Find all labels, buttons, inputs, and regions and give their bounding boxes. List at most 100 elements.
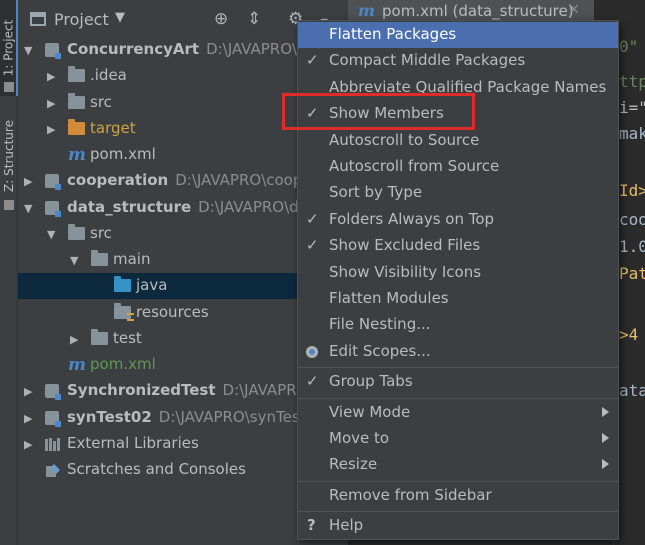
menu-item-help[interactable]: ? Help (298, 513, 618, 539)
highlight-annotation-box (282, 93, 475, 130)
folder-icon (68, 92, 85, 109)
menu-item-label: View Mode (329, 402, 411, 421)
chevron-down-icon[interactable]: ▼ (24, 202, 32, 215)
code-fragment: Id> (619, 181, 645, 200)
menu-item-view-mode[interactable]: View Mode (298, 400, 618, 426)
tree-node-label: main (113, 250, 151, 268)
menu-item-sort-by-type[interactable]: Sort by Type (298, 180, 618, 206)
tree-node-label: src (90, 223, 112, 242)
project-view-selector[interactable]: Project (54, 10, 109, 29)
menu-item-show-excluded-files[interactable]: ✓ Show Excluded Files (298, 233, 618, 259)
menu-item-label: Group Tabs (329, 372, 413, 391)
chevron-right-icon[interactable]: ▶ (47, 70, 55, 83)
help-icon: ? (307, 516, 316, 535)
tree-node-label: .idea (90, 66, 127, 85)
chevron-right-icon[interactable]: ▶ (24, 412, 32, 425)
submenu-arrow-icon (602, 406, 609, 417)
menu-item-flatten-modules[interactable]: Flatten Modules (298, 286, 618, 312)
module-icon (45, 43, 61, 59)
maven-icon: m (68, 145, 86, 165)
menu-item-remove-from-sidebar[interactable]: Remove from Sidebar (298, 483, 618, 509)
submenu-arrow-icon (602, 459, 609, 470)
chevron-right-icon[interactable]: ▶ (70, 333, 78, 346)
target-icon[interactable]: ⊕ (214, 9, 228, 29)
checkmark-icon: ✓ (306, 372, 319, 391)
chevron-right-icon[interactable]: ▶ (24, 438, 32, 451)
tree-node-label: cooperation D:\JAVAPRO\coop (67, 171, 303, 190)
module-icon (45, 200, 61, 217)
chevron-right-icon[interactable]: ▶ (24, 385, 32, 398)
code-fragment: ttp (619, 72, 645, 91)
chevron-right-icon[interactable]: ▶ (47, 123, 55, 136)
chevron-down-icon[interactable]: ▼ (24, 44, 32, 57)
menu-item-label: Resize (329, 455, 378, 474)
source-folder-icon (114, 276, 131, 293)
menu-item-file-nesting[interactable]: File Nesting... (298, 312, 618, 338)
tree-node-path: D:\JAVAPRO\coop (175, 171, 303, 190)
menu-item-move-to[interactable]: Move to (298, 426, 618, 452)
tree-node-label: synTest02 D:\JAVAPRO\synTest (67, 407, 306, 426)
menu-item-resize[interactable]: Resize (298, 452, 618, 478)
libraries-icon (45, 437, 61, 451)
menu-item-compact-middle-packages[interactable]: ✓ Compact Middle Packages (298, 48, 618, 74)
menu-item-label: File Nesting... (329, 315, 431, 334)
editor-tab-label: pom.xml (data_structure) (382, 2, 574, 20)
tool-window-strip: 1: Project Z: Structure (0, 0, 18, 545)
menu-item-flatten-packages[interactable]: Flatten Packages (298, 22, 618, 48)
code-fragment: Pat (619, 264, 645, 283)
module-icon (45, 174, 61, 191)
chevron-down-icon[interactable]: ▼ (115, 10, 125, 25)
folder-icon (68, 223, 85, 240)
folder-icon (91, 328, 108, 345)
module-icon (45, 384, 61, 401)
tree-node-label: pom.xml (90, 355, 156, 373)
project-tool-tab-label: 1: Project (1, 19, 15, 77)
menu-separator (298, 511, 618, 513)
checkmark-icon: ✓ (306, 51, 319, 70)
menu-item-edit-scopes[interactable]: Edit Scopes... (298, 339, 618, 365)
collapse-icon[interactable]: ⇕ (247, 9, 261, 29)
checkmark-icon: ✓ (306, 209, 319, 228)
menu-separator (298, 397, 618, 399)
tree-node-path: D:\JAVAPRO\da (198, 197, 308, 216)
project-window-icon (30, 12, 46, 26)
tree-node-path: D:\JAVAPRO (222, 381, 309, 400)
submenu-arrow-icon (602, 433, 609, 443)
chevron-down-icon[interactable]: ▼ (47, 228, 55, 241)
resources-folder-icon (114, 302, 134, 321)
code-fragment: 0" (619, 37, 639, 56)
menu-item-autoscroll-to-source[interactable]: Autoscroll to Source (298, 128, 618, 154)
menu-item-label: Autoscroll to Source (329, 130, 480, 149)
menu-item-label: Move to (329, 429, 390, 447)
chevron-right-icon[interactable]: ▶ (24, 175, 32, 188)
scratches-icon (45, 463, 61, 478)
tree-node-label: test (113, 328, 142, 347)
menu-item-autoscroll-from-source[interactable]: Autoscroll from Source (298, 154, 618, 180)
close-icon[interactable]: ✕ (568, 2, 580, 18)
chevron-down-icon[interactable]: ▼ (70, 254, 78, 267)
menu-separator (298, 480, 618, 482)
tree-node-label: pom.xml (90, 145, 156, 163)
menu-item-label: Flatten Packages (329, 25, 457, 43)
tree-node-label: Scratches and Consoles (67, 460, 246, 478)
tree-node-label: data_structure D:\JAVAPRO\da (67, 197, 308, 216)
menu-item-folders-always-on-top[interactable]: ✓ Folders Always on Top (298, 207, 618, 233)
menu-item-label: Sort by Type (329, 183, 423, 202)
menu-item-group-tabs[interactable]: ✓ Group Tabs (298, 369, 618, 395)
chevron-right-icon[interactable]: ▶ (47, 97, 55, 110)
menu-separator (298, 367, 618, 369)
menu-item-show-visibility-icons[interactable]: Show Visibility Icons (298, 260, 618, 286)
menu-item-label: Flatten Modules (329, 289, 449, 307)
structure-tool-tab-label: Z: Structure (2, 120, 16, 192)
structure-tool-tab[interactable]: Z: Structure (0, 112, 18, 200)
tree-node-label: target (90, 118, 136, 137)
menu-item-label: Show Visibility Icons (329, 262, 482, 281)
tree-node-label: resources (136, 302, 209, 321)
checkmark-icon: ✓ (306, 236, 319, 255)
tree-node-label: java (136, 276, 168, 295)
project-tab-icon (4, 82, 14, 92)
menu-item-label: Autoscroll from Source (329, 157, 500, 175)
code-fragment: 1.0 (619, 237, 645, 256)
folder-icon (68, 66, 85, 83)
tree-node-label: SynchronizedTest D:\JAVAPRO (67, 381, 309, 400)
